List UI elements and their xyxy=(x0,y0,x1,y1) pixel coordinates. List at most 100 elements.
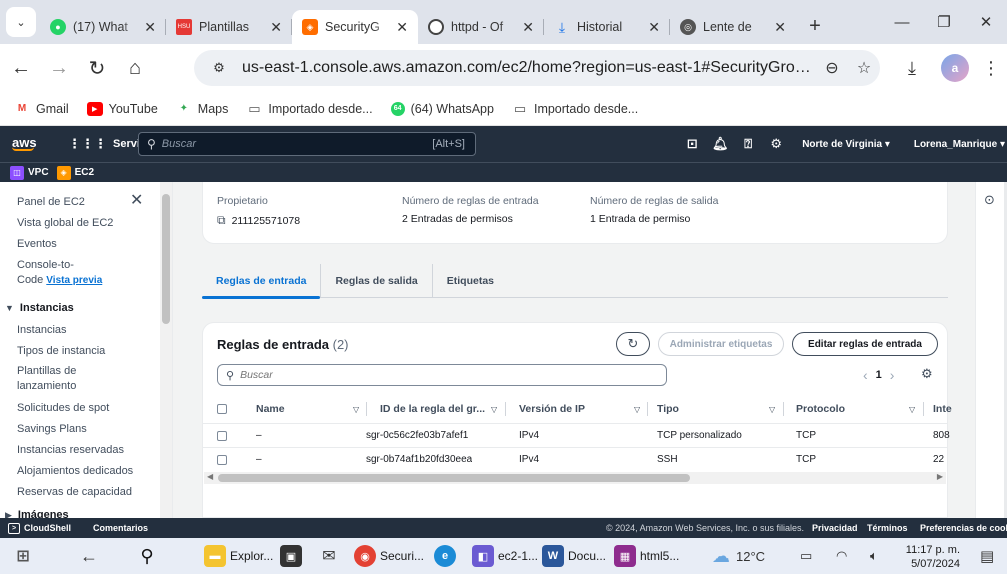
bookmark-folder[interactable]: ▭ Importado desde... xyxy=(512,101,638,116)
taskbar-app-mail[interactable]: ✉ xyxy=(318,542,344,570)
bookmark-maps[interactable]: ✦ Maps xyxy=(176,102,229,116)
cookie-preferences-link[interactable]: Preferencias de cookies xyxy=(920,523,1007,533)
settings-gear-icon[interactable]: ⚙ xyxy=(762,136,790,152)
table-settings-icon[interactable]: ⚙ xyxy=(921,366,933,382)
close-icon[interactable]: ✕ xyxy=(270,19,282,36)
nav-spot-requests[interactable]: Solicitudes de spot xyxy=(17,401,157,416)
taskbar-app-edge[interactable]: e xyxy=(434,542,460,570)
tray-volume-icon[interactable]: 🔈︎ xyxy=(870,542,878,570)
forward-button[interactable]: → xyxy=(42,51,76,85)
terms-link[interactable]: Términos xyxy=(867,523,908,533)
sort-icon[interactable]: ▽ xyxy=(763,405,775,414)
col-ip-version[interactable]: Versión de IP xyxy=(519,403,585,415)
edit-inbound-rules-button[interactable]: Editar reglas de entrada xyxy=(792,332,938,356)
tab-tags[interactable]: Etiquetas xyxy=(433,264,508,298)
zoom-icon[interactable]: ⊖ xyxy=(816,58,848,78)
cloudshell-button[interactable]: > CloudShell xyxy=(8,522,71,534)
col-name[interactable]: Name xyxy=(256,403,285,415)
nav-events[interactable]: Eventos xyxy=(17,237,157,252)
browser-tab-active[interactable]: ◈ SecurityG ✕ xyxy=(292,10,418,44)
scroll-left-icon[interactable]: ◀ xyxy=(207,472,213,481)
refresh-button[interactable]: ↻ xyxy=(616,332,650,356)
table-row[interactable]: – sgr-0c56c2fe03b7afef1 IPv4 TCP persona… xyxy=(203,423,950,447)
taskbar-app-chrome[interactable]: ◉ Securi... xyxy=(354,542,424,570)
notifications-icon[interactable]: ▤ xyxy=(980,542,994,570)
browser-tab[interactable]: ● (17) What ✕ xyxy=(40,10,166,44)
taskbar-app-store[interactable]: ▣ xyxy=(280,542,306,570)
profile-avatar[interactable]: a xyxy=(941,54,969,82)
minimize-icon[interactable]: — xyxy=(881,0,923,44)
close-window-icon[interactable]: ✕ xyxy=(965,0,1007,44)
tray-battery-icon[interactable]: ▭ xyxy=(800,542,812,570)
sort-icon[interactable]: ▽ xyxy=(347,405,359,414)
sort-icon[interactable]: ▽ xyxy=(903,405,915,414)
bell-icon[interactable]: 🔔︎ xyxy=(706,136,734,152)
manage-tags-button[interactable]: Administrar etiquetas xyxy=(658,332,784,356)
bookmark-star-icon[interactable]: ☆ xyxy=(848,58,880,78)
more-menu-icon[interactable]: ⋮ xyxy=(981,58,1001,79)
sort-icon[interactable]: ▽ xyxy=(628,405,640,414)
taskbar-app-winrar[interactable]: ▦ html5... xyxy=(614,542,679,570)
chevron-right-icon[interactable]: › xyxy=(890,367,895,383)
home-button[interactable]: ⌂ xyxy=(118,51,152,85)
restore-icon[interactable]: ❐ xyxy=(923,0,965,44)
rules-search[interactable]: ⚲ xyxy=(217,364,667,386)
downloads-icon[interactable]: ⤓ xyxy=(895,58,929,79)
nav-instance-types[interactable]: Tipos de instancia xyxy=(17,344,157,359)
back-button[interactable]: ← xyxy=(4,51,38,85)
nav-section-instances[interactable]: ▼ Instancias xyxy=(5,302,74,314)
aws-search-bar[interactable]: ⚲ Buscar [Alt+S] xyxy=(138,132,476,156)
nav-ec2-global-view[interactable]: Vista global de EC2 xyxy=(17,216,157,231)
close-icon[interactable]: ✕ xyxy=(144,19,156,36)
browser-tab[interactable]: ⤓ Historial ✕ xyxy=(544,10,670,44)
chevron-left-icon[interactable]: ‹ xyxy=(863,367,868,383)
task-view-button[interactable]: ← xyxy=(78,542,104,570)
browser-tab[interactable]: ◎ Lente de ✕ xyxy=(670,10,796,44)
taskbar-search-button[interactable]: ⚲ xyxy=(136,542,162,570)
bookmark-whatsapp[interactable]: 64 (64) WhatsApp xyxy=(390,101,494,116)
sidenav-scrollbar[interactable] xyxy=(160,182,172,518)
bookmark-youtube[interactable]: ▶ YouTube xyxy=(86,101,158,116)
weather-widget[interactable]: ☁ 12°C xyxy=(712,542,765,570)
nav-instances[interactable]: Instancias xyxy=(17,323,157,338)
row-checkbox[interactable] xyxy=(217,454,227,465)
privacy-link[interactable]: Privacidad xyxy=(812,523,858,533)
start-button[interactable]: ⊞ xyxy=(12,542,38,570)
comments-link[interactable]: Comentarios xyxy=(93,523,148,533)
tab-outbound-rules[interactable]: Reglas de salida xyxy=(321,264,433,298)
nav-launch-templates[interactable]: Plantillas de lanzamiento xyxy=(17,364,97,394)
address-bar[interactable]: ⚙ us-east-1.console.aws.amazon.com/ec2/h… xyxy=(194,50,880,86)
taskbar-app-word[interactable]: W Docu... xyxy=(542,542,606,570)
nav-capacity-reservations[interactable]: Reservas de capacidad xyxy=(17,485,157,500)
help-icon[interactable]: ⍰ xyxy=(734,136,762,152)
bookmark-gmail[interactable]: M Gmail xyxy=(14,102,69,116)
tray-wifi-icon[interactable]: ◠ xyxy=(836,542,847,570)
aws-logo[interactable]: aws xyxy=(12,136,46,151)
close-icon[interactable]: ✕ xyxy=(774,19,786,36)
row-checkbox[interactable] xyxy=(217,430,227,441)
nav-reserved-instances[interactable]: Instancias reservadas xyxy=(17,443,157,458)
favorite-ec2[interactable]: ◈ EC2 xyxy=(56,165,94,180)
cloudshell-icon[interactable]: ⊡ xyxy=(678,136,706,152)
taskbar-app-remote[interactable]: ◧ ec2-1... xyxy=(472,542,538,570)
site-info-icon[interactable]: ⚙ xyxy=(208,57,230,79)
favorite-vpc[interactable]: ◫ VPC xyxy=(10,165,49,180)
table-horizontal-scrollbar[interactable]: ◀ ▶ xyxy=(204,472,946,484)
taskbar-app-explorer[interactable]: ▬ Explor... xyxy=(204,542,273,570)
reload-button[interactable]: ↻ xyxy=(80,51,114,85)
tab-inbound-rules[interactable]: Reglas de entrada xyxy=(202,264,322,299)
new-tab-button[interactable]: + xyxy=(800,11,830,41)
col-type[interactable]: Tipo xyxy=(657,403,679,415)
select-all-checkbox[interactable] xyxy=(217,404,227,414)
current-page[interactable]: 1 xyxy=(876,369,882,381)
tab-search-button[interactable]: ⌄ xyxy=(6,7,36,37)
url-text[interactable]: us-east-1.console.aws.amazon.com/ec2/hom… xyxy=(242,59,816,77)
taskbar-clock[interactable]: 11:17 p. m. 5/07/2024 xyxy=(904,543,960,571)
nav-section-images[interactable]: ▶ Imágenes xyxy=(5,509,69,518)
nav-savings-plans[interactable]: Savings Plans xyxy=(17,422,157,437)
col-rule-id[interactable]: ID de la regla del gr... ▽ xyxy=(380,403,497,415)
close-icon[interactable]: ✕ xyxy=(648,19,660,36)
region-selector[interactable]: Norte de Virginia ▾ xyxy=(802,139,890,150)
nav-ec2-dashboard[interactable]: Panel de EC2 xyxy=(17,195,157,210)
bookmark-folder[interactable]: ▭ Importado desde... xyxy=(246,101,372,116)
